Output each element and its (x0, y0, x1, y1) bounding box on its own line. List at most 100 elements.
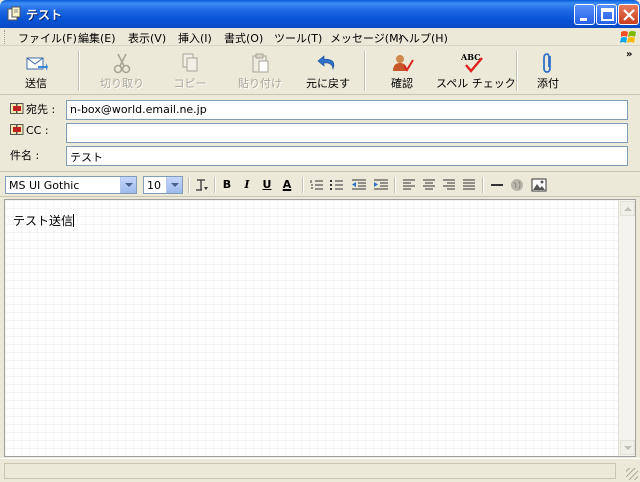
subject-label: 件名 : (10, 149, 40, 162)
toolbar-separator (78, 51, 80, 91)
message-window-icon (7, 6, 21, 21)
menu-view[interactable]: 表示(V) (128, 30, 166, 46)
insert-picture-button[interactable] (530, 177, 548, 193)
chevron-down-icon[interactable] (166, 177, 182, 193)
increase-indent-button[interactable] (372, 177, 390, 193)
format-separator (188, 177, 190, 193)
maximize-button[interactable] (596, 4, 617, 25)
cc-field[interactable] (66, 123, 628, 143)
copy-label: コピー (173, 77, 207, 90)
numbered-list-button[interactable] (308, 177, 326, 193)
close-icon (623, 9, 635, 21)
format-separator (482, 177, 484, 193)
to-button[interactable]: 宛先 : (10, 101, 55, 117)
scissors-icon (113, 53, 131, 74)
spelling-icon: ABC (460, 52, 483, 73)
title-bar[interactable]: テスト (0, 0, 640, 28)
undo-icon (317, 55, 335, 71)
to-field[interactable]: n-box@world.email.ne.jp (66, 100, 628, 120)
horizontal-line-button[interactable] (488, 177, 506, 193)
address-book-icon (10, 124, 24, 135)
decrease-indent-button[interactable] (350, 177, 368, 193)
format-separator (302, 177, 304, 193)
justify-button[interactable] (460, 177, 478, 193)
numbered-list-icon (310, 180, 323, 190)
minimize-button[interactable] (574, 4, 595, 25)
paste-button[interactable]: 貼り付け (232, 47, 288, 93)
align-right-button[interactable] (440, 177, 458, 193)
menu-grip[interactable] (4, 30, 7, 44)
align-center-button[interactable] (420, 177, 438, 193)
paragraph-style-button[interactable] (192, 177, 210, 193)
paperclip-icon (543, 53, 551, 73)
cc-label: CC : (26, 124, 49, 137)
font-size-select[interactable]: 10 (143, 176, 183, 194)
attach-button[interactable]: 添付 (526, 47, 570, 93)
paragraph-style-icon (196, 179, 208, 191)
toolbar-overflow-button[interactable]: » (626, 49, 632, 60)
menu-bar: ファイル(F) 編集(E) 表示(V) 挿入(I) 書式(O) ツール(T) メ… (0, 28, 640, 46)
bullet-list-icon (330, 180, 343, 190)
font-size-value: 10 (147, 179, 161, 192)
to-label: 宛先 : (26, 103, 56, 116)
chevron-down-icon[interactable] (120, 177, 136, 193)
windows-logo-icon (620, 31, 636, 43)
address-book-icon (10, 103, 24, 114)
subject-field[interactable]: テスト (66, 146, 628, 166)
undo-button[interactable]: 元に戻す (300, 47, 356, 93)
menu-edit[interactable]: 編集(E) (78, 30, 116, 46)
decrease-indent-icon (352, 179, 366, 190)
menu-message[interactable]: メッセージ(M) (330, 30, 403, 46)
close-button[interactable] (618, 4, 639, 25)
justify-icon (463, 179, 475, 190)
italic-button[interactable]: I (238, 177, 256, 193)
send-button[interactable]: 送信 (10, 47, 62, 93)
body-text[interactable]: テスト送信 (13, 212, 75, 229)
cut-label: 切り取り (100, 77, 144, 90)
copy-button[interactable]: コピー (164, 47, 216, 93)
cc-button[interactable]: CC : (10, 124, 49, 137)
bold-button[interactable]: B (218, 177, 236, 193)
svg-text:ABC: ABC (460, 52, 480, 62)
font-select[interactable]: MS UI Gothic (5, 176, 137, 194)
text-caret (73, 214, 75, 227)
underline-button[interactable]: U (258, 177, 276, 193)
horizontal-line-icon (491, 184, 503, 186)
format-separator (394, 177, 396, 193)
scroll-down-button[interactable] (620, 440, 635, 455)
scroll-up-button[interactable] (620, 201, 635, 216)
cut-button[interactable]: 切り取り (92, 47, 152, 93)
main-toolbar: 送信 切り取り コピー 貼り付け 元に戻す 確認 ABC スペル チェック 添付 (0, 47, 640, 95)
menu-file[interactable]: ファイル(F) (18, 30, 77, 46)
copy-icon (182, 53, 198, 72)
align-right-icon (443, 179, 455, 190)
hyperlink-button[interactable] (508, 177, 526, 193)
send-icon (26, 57, 48, 71)
spelling-label: スペル チェック (436, 77, 516, 90)
format-toolbar: MS UI Gothic 10 B I U A (0, 171, 640, 197)
align-left-icon (403, 179, 415, 190)
resize-grip[interactable] (626, 468, 638, 480)
menu-tools[interactable]: ツール(T) (274, 30, 322, 46)
font-value: MS UI Gothic (9, 179, 80, 192)
toolbar-separator (516, 51, 518, 91)
font-color-button[interactable]: A (278, 177, 296, 193)
bullet-list-button[interactable] (328, 177, 346, 193)
paste-label: 貼り付け (238, 77, 282, 90)
vertical-scrollbar[interactable] (618, 200, 635, 456)
check-names-icon (393, 55, 414, 72)
toolbar-separator (364, 51, 366, 91)
check-names-button[interactable]: 確認 (378, 47, 426, 93)
maximize-icon (601, 8, 614, 21)
menu-help[interactable]: ヘルプ(H) (398, 30, 448, 46)
hyperlink-globe-icon (511, 179, 523, 191)
spelling-button[interactable]: ABC スペル チェック (436, 47, 516, 93)
picture-icon (531, 178, 547, 192)
menu-format[interactable]: 書式(O) (224, 30, 263, 46)
increase-indent-icon (374, 179, 388, 190)
attach-label: 添付 (537, 77, 559, 90)
menu-insert[interactable]: 挿入(I) (178, 30, 212, 46)
message-body[interactable]: テスト送信 (4, 199, 636, 457)
align-left-button[interactable] (400, 177, 418, 193)
status-bar (0, 458, 640, 482)
